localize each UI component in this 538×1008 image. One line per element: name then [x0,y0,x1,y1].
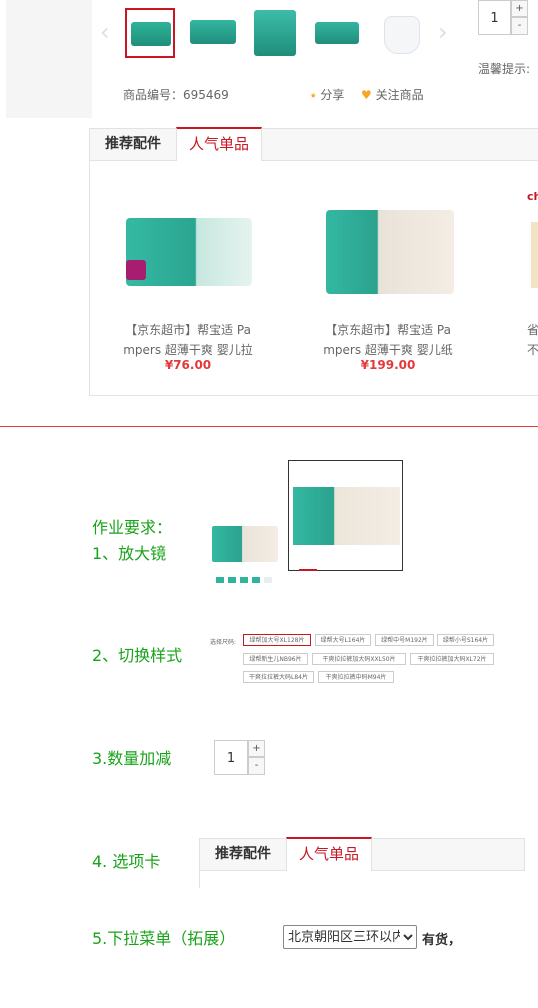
sku-label: 商品编号：695469 [123,88,229,102]
quantity-input[interactable]: 1 [214,740,248,775]
assignment-item-tabs: 4. 选项卡 [92,852,161,871]
assignment-item-quantity: 3.数量加减 [92,749,172,768]
size-option[interactable]: 干爽拉拉裤大码L84片 [243,671,314,683]
magnifier-thumb[interactable] [252,577,260,583]
gallery-thumb[interactable] [376,8,426,58]
hint-label: 温馨提示: [478,62,531,76]
magnifier-thumb[interactable] [228,577,236,583]
size-option[interactable]: 干爽拉拉裤中码M94片 [318,671,394,683]
assignment-item-style-switch: 2、切换样式 [92,646,183,665]
tab-popular[interactable]: 人气单品 [286,837,372,871]
size-option[interactable]: 绿帮中号M192片 [375,634,434,646]
magnifier-thumb[interactable] [216,577,224,583]
diaper-pack-image [190,20,236,44]
product-name[interactable]: 省 不 [527,320,538,360]
size-option[interactable]: 干爽拉拉裤加大码XL72片 [410,653,494,665]
magnifier-thumbnails [216,577,272,584]
product-image[interactable] [126,218,252,286]
diaper-pack-image [131,22,171,46]
size-option[interactable]: 绿帮新生儿NB96片 [243,653,308,665]
stock-status: 有货， [422,933,462,948]
product-image[interactable] [326,210,454,294]
quantity-input[interactable]: 1 [478,0,511,35]
magnifier-zoom-view [288,460,403,571]
gallery-thumb[interactable] [125,8,175,58]
diaper-image [384,16,420,54]
product-image[interactable] [531,222,538,288]
assignment-item-dropdown: 5.下拉菜单（拓展） [92,929,236,948]
assignment-title: 作业要求： [92,518,173,537]
magnifier-small-image[interactable] [212,526,278,562]
quantity-plus-button[interactable]: + [248,740,265,757]
product-name[interactable]: 【京东超市】帮宝适 Pa mpers 超薄干爽 婴儿纸 [314,320,462,360]
diaper-pack-image [315,22,359,44]
quantity-minus-button[interactable]: - [511,17,528,35]
gallery-thumb[interactable] [250,8,300,58]
heart-icon: ♥ [361,88,372,102]
magnifier-thumb[interactable] [240,577,248,583]
size-option[interactable]: 干爽拉拉裤加大码XXL50片 [312,653,406,665]
diaper-box-image [254,10,296,56]
gallery-thumb[interactable] [312,8,362,58]
size-option[interactable]: 绿帮小号S164片 [437,634,494,646]
quantity-minus-button[interactable]: - [248,757,265,775]
follow-link[interactable]: ♥ 关注商品 [361,86,424,103]
assignment-item-magnifier: 1、放大镜 [92,544,167,563]
magnifier-zoom-image [293,487,400,545]
quantity-plus-button[interactable]: + [511,0,528,17]
tab-popular[interactable]: 人气单品 [176,127,262,161]
tabs-demo-bar: 推荐配件 人气单品 [199,837,525,871]
tab-accessories[interactable]: 推荐配件 [90,129,176,159]
magnifier-thumb[interactable] [264,577,272,583]
product-price: ¥199.00 [360,358,416,372]
section-divider [0,426,538,427]
recommend-tabbar: 推荐配件 人气单品 [89,127,538,161]
size-option[interactable]: 绿帮大号L164片 [315,634,371,646]
tab-accessories[interactable]: 推荐配件 [200,839,286,869]
magnifier-indicator [299,569,317,571]
size-option[interactable]: 绿帮加大号XL128片 [243,634,311,646]
product-name[interactable]: 【京东超市】帮宝适 Pa mpers 超薄干爽 婴儿拉 [114,320,262,360]
share-link[interactable]: ⭑ 分享 [310,86,344,103]
size-badge [126,260,146,280]
product-price: ¥76.00 [164,358,212,372]
chevron-right-icon[interactable]: › [438,18,448,46]
region-select[interactable]: 北京朝阳区三环以内 [283,925,417,949]
size-select-label: 选择尺码: [210,639,237,646]
share-icon: ⭑ [310,88,317,102]
gallery-thumb[interactable] [188,8,238,58]
brand-logo: ch [527,190,538,203]
chevron-left-icon[interactable]: ‹ [100,18,110,46]
